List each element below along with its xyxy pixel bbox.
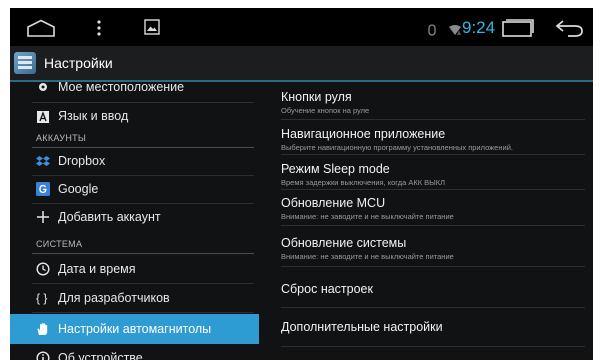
setting-title: Кнопки руля (281, 90, 352, 104)
status-clock: 9:24 (462, 18, 496, 37)
sidebar-item-label: Об устройстве (58, 351, 143, 360)
screenshot-icon[interactable] (144, 19, 160, 35)
sidebar-item-label: Добавить аккаунт (58, 210, 161, 224)
recent-apps-icon[interactable] (502, 19, 534, 37)
setting-subtitle: Обучение кнопок на руле (281, 106, 370, 115)
sidebar-item-label: Dropbox (58, 154, 106, 168)
setting-subtitle: Внимание: не заводите и не выключайте пи… (281, 212, 454, 221)
settings-category-list: Мое местоположение Язык и ввод АККАУНТЫ … (10, 82, 259, 360)
setting-subtitle: Внимание: не заводите и не выключайте пи… (281, 252, 454, 261)
setting-title: Режим Sleep mode (281, 162, 390, 176)
clock-icon (36, 262, 50, 276)
sidebar-item-add-account[interactable]: Добавить аккаунт (10, 204, 259, 231)
sidebar-item-label: Мое местоположение (58, 82, 185, 94)
section-header-label: СИСТЕМА (36, 239, 83, 249)
google-icon (36, 182, 50, 196)
page-title: Настройки (44, 55, 113, 71)
setting-title: Навигационное приложение (281, 127, 446, 141)
back-icon[interactable] (554, 19, 584, 37)
location-icon (36, 82, 50, 94)
sidebar-item-car-settings[interactable]: Настройки автомагнитолы (10, 314, 259, 344)
setting-subtitle: Время задержки выключения, когда АКК ВЫК… (281, 178, 446, 187)
action-bar: Настройки (10, 46, 593, 82)
setting-mcu-update[interactable]: Обновление MCU Внимание: не заводите и н… (281, 196, 589, 221)
setting-steering-buttons[interactable]: Кнопки руля Обучение кнопок на руле (281, 90, 589, 115)
sidebar-item-date-time[interactable]: Дата и время (10, 254, 259, 283)
sidebar-item-dropbox[interactable]: Dropbox (10, 148, 259, 175)
sidebar-item-language[interactable]: Язык и ввод (10, 103, 259, 130)
sidebar-item-developer[interactable]: { } Для разработчиков (10, 284, 259, 312)
setting-title: Обновление MCU (281, 196, 386, 210)
wifi-icon (448, 21, 462, 35)
section-header-system: СИСТЕМА (10, 239, 259, 253)
sidebar-item-about[interactable]: Об устройстве (10, 346, 259, 360)
hand-icon (36, 322, 50, 336)
sidebar-item-label: Язык и ввод (58, 109, 129, 123)
setting-navigation-app[interactable]: Навигационное приложение Выберите навига… (281, 127, 589, 152)
setting-advanced[interactable]: Дополнительные настройки (281, 320, 589, 334)
settings-app-icon[interactable] (14, 52, 36, 74)
dropbox-icon (36, 154, 50, 168)
car-settings-panel: Кнопки руля Обучение кнопок на руле Нави… (259, 82, 593, 360)
sidebar-item-label: Настройки автомагнитолы (58, 322, 212, 336)
braces-icon: { } (36, 291, 48, 305)
setting-subtitle: Выберите навигационную программу установ… (281, 143, 513, 152)
setting-title: Дополнительные настройки (281, 320, 443, 334)
setting-title: Сброс настроек (281, 282, 373, 296)
sidebar-item-label: Для разработчиков (58, 291, 170, 305)
setting-factory-reset[interactable]: Сброс настроек (281, 282, 589, 296)
sidebar-item-label: Дата и время (58, 262, 136, 276)
sidebar-item-label: Google (58, 182, 99, 196)
setting-title: Обновление системы (281, 236, 407, 250)
head-unit-screen: 9:24 Настройки Мое местоположение Язык и… (10, 8, 593, 360)
setting-system-update[interactable]: Обновление системы Внимание: не заводите… (281, 236, 589, 261)
sidebar-item-location[interactable]: Мое местоположение (10, 82, 259, 98)
section-header-label: АККАУНТЫ (36, 133, 87, 143)
volume-icon (427, 21, 437, 36)
sidebar-item-google[interactable]: Google (10, 176, 259, 203)
keyboard-icon (36, 110, 50, 124)
status-bar: 9:24 (10, 8, 593, 46)
setting-sleep-mode[interactable]: Режим Sleep mode Время задержки выключен… (281, 162, 589, 187)
plus-icon (36, 210, 50, 224)
home-icon[interactable] (26, 19, 56, 37)
section-header-accounts: АККАУНТЫ (10, 133, 259, 147)
menu-icon[interactable] (94, 18, 104, 38)
info-icon (36, 351, 50, 360)
